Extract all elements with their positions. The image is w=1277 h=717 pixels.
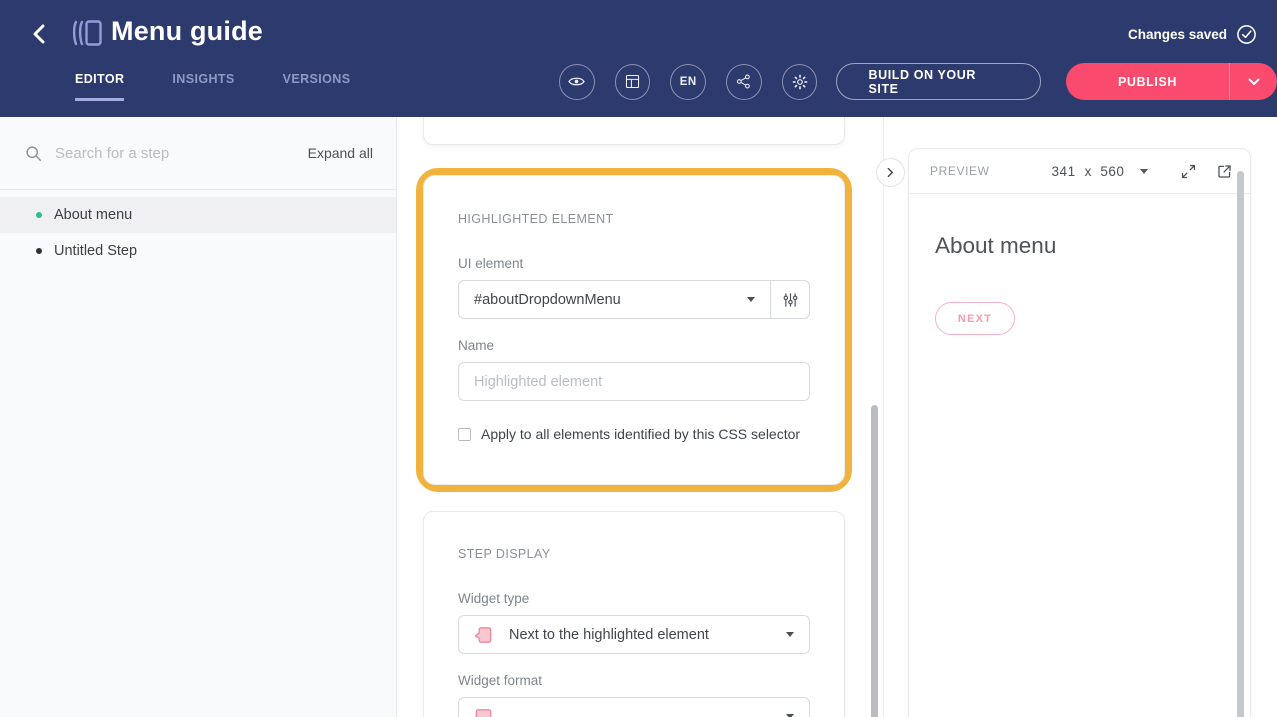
preview-step-title: About menu: [935, 233, 1250, 259]
apply-all-checkbox[interactable]: [458, 428, 471, 441]
language-badge: EN: [680, 76, 697, 88]
chevron-left-icon: [32, 24, 45, 44]
layout-theme-button[interactable]: [615, 64, 651, 100]
step-label: About menu: [54, 207, 132, 223]
preview-title: PREVIEW: [930, 164, 990, 178]
section-title: HIGHLIGHTED ELEMENT: [458, 212, 810, 226]
step-status-dot: [36, 248, 42, 254]
step-label: Untitled Step: [54, 243, 137, 259]
step-search-row: Expand all: [0, 117, 396, 190]
layout-icon: [624, 73, 641, 90]
selector-settings-button[interactable]: [770, 280, 810, 319]
preview-size-select[interactable]: 341 x 560: [1052, 164, 1149, 179]
widget-type-select[interactable]: Next to the highlighted element: [458, 615, 810, 654]
step-display-card: STEP DISPLAY Widget type Next to the hig…: [423, 511, 845, 717]
guide-logo-icon: [69, 18, 105, 48]
apply-all-label: Apply to all elements identified by this…: [481, 426, 800, 442]
top-header: Menu guide Changes saved EDITOR INSIGHTS…: [0, 0, 1277, 117]
previous-settings-card: [423, 117, 845, 145]
app-window: Menu guide Changes saved EDITOR INSIGHTS…: [0, 0, 1277, 717]
back-button[interactable]: [26, 21, 50, 47]
step-status-dot: [36, 212, 42, 218]
preview-body: About menu NEXT: [909, 194, 1250, 335]
share-button[interactable]: [726, 64, 762, 100]
preview-area: PREVIEW 341 x 560: [884, 117, 1277, 717]
preview-width-value[interactable]: 341: [1052, 164, 1076, 179]
preview-header: PREVIEW 341 x 560: [909, 149, 1250, 194]
steps-sidebar: Expand all About menu Untitled Step: [0, 117, 397, 717]
ui-element-select[interactable]: #aboutDropdownMenu: [458, 280, 771, 319]
widget-format-select[interactable]: [458, 697, 810, 717]
changes-saved-label: Changes saved: [1128, 27, 1227, 42]
search-icon: [25, 145, 42, 162]
widget-type-value: Next to the highlighted element: [509, 627, 772, 643]
ui-element-row: #aboutDropdownMenu: [458, 280, 810, 319]
tab-editor[interactable]: EDITOR: [75, 72, 124, 101]
highlighted-card-outline: HIGHLIGHTED ELEMENT UI element #aboutDro…: [416, 168, 852, 492]
step-item-untitled-step[interactable]: Untitled Step: [0, 233, 396, 269]
expand-diagonal-icon: [1180, 163, 1197, 180]
check-circle-icon: [1236, 24, 1257, 45]
chevron-down-icon: [747, 297, 755, 302]
preview-next-button[interactable]: NEXT: [935, 302, 1015, 335]
ui-element-label: UI element: [458, 256, 810, 271]
open-in-new-window-button[interactable]: [1216, 163, 1233, 180]
chevron-down-icon: [786, 632, 794, 637]
header-toolbar: EN BUILD ON YOUR SITE: [559, 63, 1277, 100]
widget-type-label: Widget type: [458, 591, 810, 606]
language-button[interactable]: EN: [670, 64, 706, 100]
ui-element-value: #aboutDropdownMenu: [474, 292, 747, 308]
publish-label: PUBLISH: [1066, 63, 1229, 100]
step-list: About menu Untitled Step: [0, 190, 396, 269]
collapse-preview-button[interactable]: [876, 158, 905, 187]
expand-all-link[interactable]: Expand all: [308, 145, 373, 161]
page-title: Menu guide: [111, 16, 263, 47]
element-name-input[interactable]: [458, 362, 810, 401]
highlighted-element-card: HIGHLIGHTED ELEMENT UI element #aboutDro…: [423, 175, 845, 485]
chevron-down-icon: [1140, 169, 1148, 174]
tab-versions[interactable]: VERSIONS: [283, 72, 351, 101]
chevron-right-icon: [887, 167, 894, 178]
tab-insights[interactable]: INSIGHTS: [172, 72, 234, 101]
section-title: STEP DISPLAY: [458, 547, 810, 561]
format-widget-icon: [472, 705, 495, 717]
step-editor-panel: HIGHLIGHTED ELEMENT UI element #aboutDro…: [397, 117, 884, 717]
build-on-your-site-button[interactable]: BUILD ON YOUR SITE: [836, 63, 1041, 100]
share-icon: [735, 73, 752, 90]
step-item-about-menu[interactable]: About menu: [0, 197, 396, 233]
publish-dropdown-toggle[interactable]: [1229, 63, 1277, 100]
widget-format-label: Widget format: [458, 673, 810, 688]
size-separator: x: [1085, 164, 1092, 179]
gear-icon: [791, 73, 809, 91]
chevron-down-icon: [1248, 78, 1260, 86]
expand-preview-button[interactable]: [1180, 163, 1197, 180]
sliders-icon: [782, 291, 799, 309]
publish-button[interactable]: PUBLISH: [1066, 63, 1277, 100]
preview-scrollbar-thumb[interactable]: [1237, 171, 1244, 717]
step-search-input[interactable]: [55, 145, 295, 162]
name-label: Name: [458, 338, 810, 353]
external-link-icon: [1216, 163, 1233, 180]
editor-tabs: EDITOR INSIGHTS VERSIONS: [75, 72, 350, 101]
preview-panel: PREVIEW 341 x 560: [908, 148, 1251, 717]
apply-all-row[interactable]: Apply to all elements identified by this…: [458, 426, 810, 442]
changes-saved-status: Changes saved: [1128, 24, 1257, 45]
preview-actions: [1180, 163, 1233, 180]
preview-eye-button[interactable]: [559, 64, 595, 100]
eye-icon: [567, 72, 586, 91]
settings-button[interactable]: [782, 64, 818, 100]
tooltip-widget-icon: [472, 623, 495, 647]
editor-scrollbar-thumb[interactable]: [871, 405, 878, 717]
preview-height-value[interactable]: 560: [1100, 164, 1124, 179]
